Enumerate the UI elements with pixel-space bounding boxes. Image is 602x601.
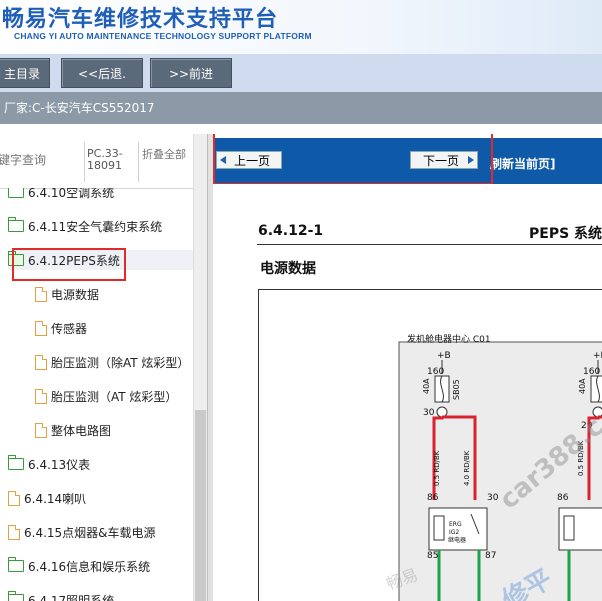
tree-item-label: 6.4.11安全气囊约束系统 <box>28 219 163 234</box>
maker-bar: 厂家:C-长安汽车CS552017 <box>0 92 602 124</box>
tree-item-label: 6.4.13仪表 <box>28 457 91 472</box>
relay-name-3: 继电器 <box>448 536 466 544</box>
tree-item-label: 6.4.16信息和娱乐系统 <box>28 559 151 574</box>
tree-item-label: 6.4.10空调系统 <box>28 188 115 200</box>
header-divider <box>138 142 139 182</box>
tree-item[interactable]: 胎压监测（AT 炫彩型） <box>35 386 193 406</box>
tree-item-label: 6.4.14喇叭 <box>24 491 87 506</box>
document-viewer: 上一页 下一页 刷新当前页] 6.4.12-1 PEPS 系统 电源数据 发机舱… <box>213 134 602 601</box>
document-page: 6.4.12-1 PEPS 系统 电源数据 发机舱电器中心 C01 +B +B … <box>213 184 602 601</box>
platform-subtitle: CHANG YI AUTO MAINTENANCE TECHNOLOGY SUP… <box>14 31 312 41</box>
relay-coil-left <box>433 515 445 541</box>
tree-scrollbar[interactable] <box>193 134 208 601</box>
plus-b-right: +B <box>593 351 602 361</box>
tree-item-label: 6.4.17照明系统 <box>28 593 115 601</box>
relay-pin-86: 86 <box>427 493 439 503</box>
tree-item-label: 整体电路图 <box>51 423 112 438</box>
tree-item[interactable]: 胎压监测（除AT 炫彩型） <box>35 352 193 372</box>
main-menu-button[interactable]: 主目录 <box>0 58 50 88</box>
tree-item-label: 胎压监测（AT 炫彩型） <box>51 389 178 404</box>
file-icon <box>35 286 47 302</box>
tree-item[interactable]: 6.4.13仪表 <box>8 454 193 474</box>
doc-section-heading: 电源数据 <box>260 261 316 277</box>
diagram-header: 发机舱电器中心 C01 <box>407 333 491 345</box>
refresh-page-link[interactable]: 刷新当前页] <box>490 155 556 172</box>
wire-label-left-b: 4.0 RD/BK <box>463 450 471 486</box>
left-panel: 键字查询 PC.33-18091 折叠全部 6.4.10空调系统 6.4.11安全… <box>0 134 208 601</box>
tree-item[interactable]: 6.4.16信息和娱乐系统 <box>8 556 193 576</box>
fuse-left-amp: 40A <box>422 378 431 394</box>
relay-coil-right <box>563 515 575 541</box>
file-icon <box>35 320 47 336</box>
circuit-diagram: 发机舱电器中心 C01 +B +B 160 40A SB05 30 160 <box>258 289 602 601</box>
tree-item-label: 胎压监测（除AT 炫彩型） <box>51 355 190 370</box>
header-divider <box>84 142 85 182</box>
folder-icon <box>8 455 24 470</box>
relay-right-pin-86: 86 <box>557 493 569 503</box>
relay-pin-87: 87 <box>485 551 496 561</box>
plus-b-left: +B <box>437 351 451 361</box>
app-window: 畅易汽车维修技术支持平台 CHANG YI AUTO MAINTENANCE T… <box>0 0 602 601</box>
separator <box>0 124 602 134</box>
tree-item-label: 6.4.15点烟器&车载电源 <box>24 525 156 540</box>
doc-title: PEPS 系统 <box>529 226 602 242</box>
wire-label-left-a: 0.5 RD/BK <box>433 450 441 486</box>
scroll-thumb[interactable] <box>195 410 206 601</box>
tree-item[interactable]: 6.4.17照明系统 <box>8 590 193 601</box>
highlight-box-page-nav <box>213 134 493 185</box>
tree-item[interactable]: 电源数据 <box>35 284 193 304</box>
document-code: PC.33-18091 <box>87 147 123 172</box>
file-icon <box>35 388 47 404</box>
folder-icon <box>8 217 24 232</box>
tree-item[interactable]: 整体电路图 <box>35 420 193 440</box>
fuse-right-amp: 40A <box>578 378 587 394</box>
tree-item[interactable]: 6.4.10空调系统 <box>8 188 193 202</box>
file-icon <box>35 354 47 370</box>
nav-bar: 主目录 <<后退. >>前进 <box>0 54 602 92</box>
tree-item[interactable]: 传感器 <box>35 318 193 338</box>
folder-icon <box>8 557 24 572</box>
header-banner: 畅易汽车维修技术支持平台 CHANG YI AUTO MAINTENANCE T… <box>0 0 602 54</box>
tree-item[interactable]: 6.4.15点烟器&车载电源 <box>8 522 193 542</box>
folder-icon <box>8 591 24 601</box>
keyword-search-tab[interactable]: 键字查询 <box>0 151 46 168</box>
file-icon <box>8 524 20 540</box>
tree-item[interactable]: 6.4.11安全气囊约束系统 <box>8 216 193 236</box>
collapse-all-button[interactable]: 折叠全部 <box>142 149 186 161</box>
tree-header: 键字查询 PC.33-18091 折叠全部 <box>0 134 193 189</box>
doc-rule <box>257 244 602 245</box>
platform-title: 畅易汽车维修技术支持平台 <box>2 7 279 32</box>
relay-name-2: IG2 <box>449 529 459 536</box>
highlight-box-tree-item <box>12 248 126 281</box>
circuit-diagram-svg: 发机舱电器中心 C01 +B +B 160 40A SB05 30 160 <box>384 333 602 601</box>
forward-button[interactable]: >>前进 <box>150 58 232 88</box>
tree-item-label: 传感器 <box>51 321 88 336</box>
maker-label: 厂家:C-长安汽车CS552017 <box>4 101 155 115</box>
tree-item-label: 电源数据 <box>51 287 100 302</box>
back-button[interactable]: <<后退. <box>61 58 143 88</box>
tree-item[interactable]: 6.4.14喇叭 <box>8 488 193 508</box>
relay-name-1: ERG <box>449 521 462 528</box>
relay-pin-85: 85 <box>427 551 438 561</box>
file-icon <box>35 422 47 438</box>
folder-icon <box>8 188 24 198</box>
doc-section-code: 6.4.12-1 <box>258 223 324 239</box>
file-icon <box>8 490 20 506</box>
fuse-left-code: SB05 <box>452 379 461 400</box>
